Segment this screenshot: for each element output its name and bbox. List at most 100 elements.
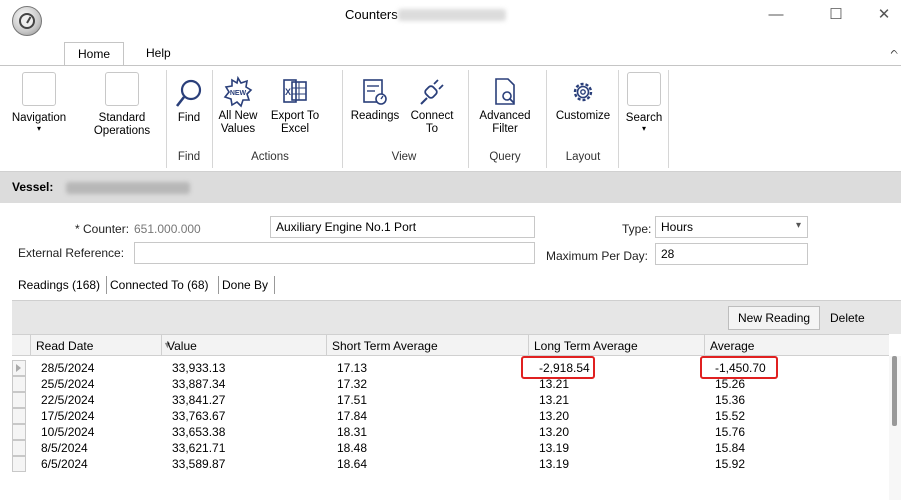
dropdown-arrow-icon: ▾ (641, 124, 646, 133)
connect-to-button[interactable]: Connect To (404, 66, 460, 136)
tab-home[interactable]: Home (64, 42, 124, 66)
table-cell[interactable]: 15.52 (710, 408, 750, 424)
grid-header: Read Date ▼ Value Short Term Average Lon… (12, 334, 889, 356)
vertical-scrollbar[interactable] (889, 356, 901, 500)
table-cell[interactable]: 15.76 (710, 424, 750, 440)
advanced-filter-button[interactable]: Advanced Filter (472, 66, 538, 136)
minimize-button[interactable]: — (762, 4, 790, 26)
ribbon-tab-row: Home Help ᨈ (0, 42, 901, 66)
standard-operations-icon (105, 72, 139, 106)
tab-readings[interactable]: Readings (168) (18, 276, 100, 294)
table-cell[interactable]: 13.19 (534, 440, 574, 456)
group-label-view: View (391, 151, 417, 163)
customize-button[interactable]: Customize (550, 66, 616, 123)
tab-separator (274, 276, 275, 294)
external-reference-field[interactable] (134, 242, 535, 264)
ribbon-separator (468, 70, 469, 168)
table-cell[interactable]: 13.20 (534, 424, 574, 440)
magnifier-icon (175, 79, 202, 107)
ribbon: Navigation ▾ Standard Operations Find Fi… (0, 65, 901, 172)
table-cell[interactable]: 28/5/2024 (36, 360, 99, 376)
tab-help[interactable]: Help (134, 42, 183, 66)
app-menu-icon[interactable] (12, 6, 42, 36)
table-cell[interactable]: 33,763.67 (167, 408, 230, 424)
table-cell[interactable]: 33,589.87 (167, 456, 230, 472)
table-row[interactable]: 8/5/2024 33,621.71 18.48 13.19 15.84 (12, 440, 889, 456)
table-row[interactable]: 10/5/2024 33,653.38 18.31 13.20 15.76 (12, 424, 889, 440)
table-cell[interactable]: 13.19 (534, 456, 574, 472)
all-new-values-button[interactable]: NEW All New Values (216, 66, 260, 136)
table-cell[interactable]: 33,841.27 (167, 392, 230, 408)
tab-connected-to[interactable]: Connected To (68) (110, 276, 209, 294)
new-reading-button[interactable]: New Reading (728, 306, 821, 330)
table-cell[interactable]: 8/5/2024 (36, 440, 93, 456)
standard-operations-button[interactable]: Standard Operations (80, 66, 164, 138)
gear-icon (573, 82, 593, 102)
redacted-title (398, 9, 506, 21)
column-header-average[interactable]: Average (704, 335, 889, 356)
readings-button[interactable]: Readings (348, 66, 402, 123)
row-selector[interactable] (12, 456, 26, 472)
connect-to-label: Connect To (410, 110, 454, 135)
tab-done-by[interactable]: Done By (222, 276, 268, 294)
table-cell[interactable]: 17.32 (332, 376, 372, 392)
table-cell[interactable]: 10/5/2024 (36, 424, 99, 440)
max-per-day-field[interactable]: 28 (655, 243, 808, 265)
ribbon-separator (212, 70, 213, 168)
svg-text:X: X (285, 87, 291, 97)
table-cell[interactable]: 18.31 (332, 424, 372, 440)
row-selector[interactable] (12, 424, 26, 440)
column-header-long-term-average[interactable]: Long Term Average (528, 335, 704, 356)
table-cell[interactable]: 15.36 (710, 392, 750, 408)
column-header-value[interactable]: Value (161, 335, 326, 356)
group-label-actions: Actions (251, 151, 289, 163)
type-select[interactable]: Hours ▾ (655, 216, 808, 238)
maximize-button[interactable]: ☐ (822, 4, 850, 26)
table-row[interactable]: 17/5/2024 33,763.67 17.84 13.20 15.52 (12, 408, 889, 424)
table-cell[interactable]: 17.13 (332, 360, 372, 376)
table-cell[interactable]: 17.51 (332, 392, 372, 408)
row-selector[interactable] (12, 392, 26, 408)
column-header-short-term-average[interactable]: Short Term Average (326, 335, 528, 356)
table-cell[interactable]: 13.20 (534, 408, 574, 424)
find-label: Find (177, 112, 201, 124)
search-button[interactable]: Search ▾ (622, 66, 666, 133)
delete-button[interactable]: Delete (820, 306, 875, 330)
ribbon-collapse-icon[interactable]: ᨈ (891, 46, 900, 57)
close-button[interactable]: ✕ (870, 4, 898, 26)
readings-grid: Read Date ▼ Value Short Term Average Lon… (12, 334, 889, 500)
counter-name-field[interactable]: Auxiliary Engine No.1 Port (270, 216, 535, 238)
table-row[interactable]: 6/5/2024 33,589.87 18.64 13.19 15.92 (12, 456, 889, 472)
readings-label: Readings (350, 110, 400, 122)
table-cell[interactable]: 33,653.38 (167, 424, 230, 440)
table-cell[interactable]: 25/5/2024 (36, 376, 99, 392)
row-selector[interactable] (12, 440, 26, 456)
row-selector[interactable] (12, 408, 26, 424)
table-cell[interactable]: 18.64 (332, 456, 372, 472)
table-cell[interactable]: 33,887.34 (167, 376, 230, 392)
row-selector[interactable] (12, 376, 26, 392)
column-header-read-date[interactable]: Read Date ▼ (30, 335, 172, 356)
external-reference-label: External Reference: (18, 246, 125, 260)
row-selector[interactable] (12, 360, 26, 376)
navigation-button[interactable]: Navigation ▾ (4, 66, 74, 133)
vessel-bar: Vessel: (0, 172, 901, 203)
highlight-average (700, 356, 778, 379)
table-row[interactable]: 22/5/2024 33,841.27 17.51 13.21 15.36 (12, 392, 889, 408)
table-cell[interactable]: 33,933.13 (167, 360, 230, 376)
find-button[interactable]: Find (170, 66, 208, 125)
table-cell[interactable]: 15.84 (710, 440, 750, 456)
table-cell[interactable]: 13.21 (534, 392, 574, 408)
table-cell[interactable]: 15.92 (710, 456, 750, 472)
table-cell[interactable]: 17/5/2024 (36, 408, 99, 424)
table-cell[interactable]: 17.84 (332, 408, 372, 424)
table-cell[interactable]: 33,621.71 (167, 440, 230, 456)
plug-icon (420, 79, 444, 105)
table-cell[interactable]: 18.48 (332, 440, 372, 456)
vessel-label: Vessel: (12, 180, 54, 194)
redacted-vessel-name (66, 182, 190, 194)
export-to-excel-button[interactable]: X Export To Excel (266, 66, 324, 136)
table-cell[interactable]: 6/5/2024 (36, 456, 93, 472)
table-cell[interactable]: 22/5/2024 (36, 392, 99, 408)
scrollbar-thumb[interactable] (892, 356, 897, 426)
